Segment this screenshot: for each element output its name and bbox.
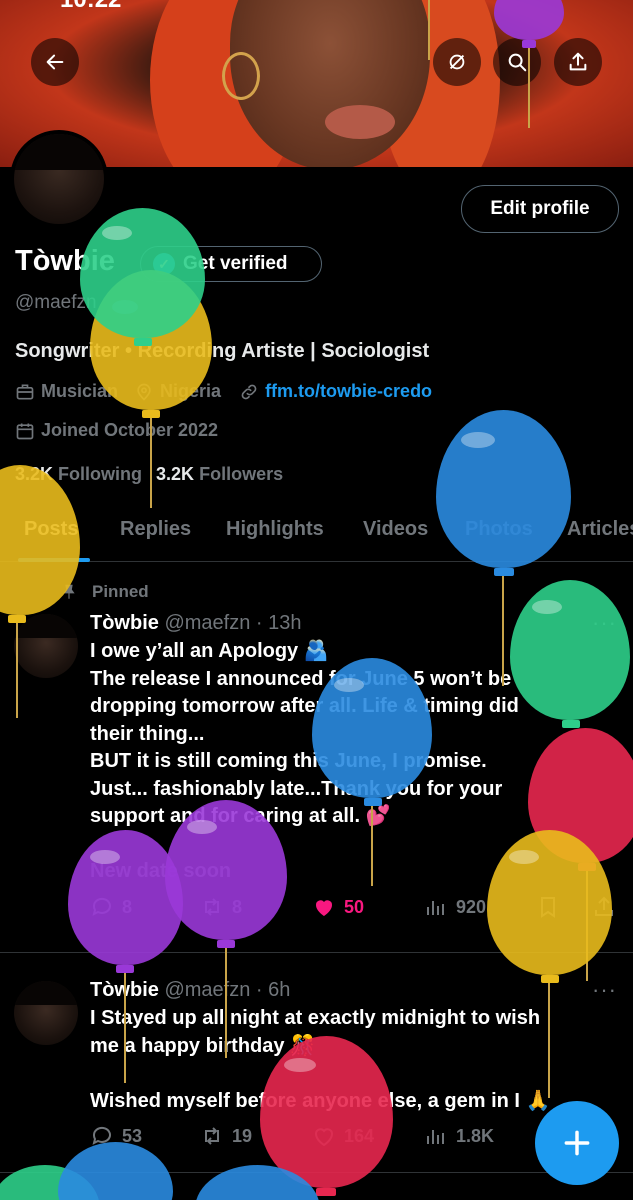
active-tab-indicator	[18, 558, 90, 562]
post-line: their thing...	[90, 722, 205, 745]
post-avatar[interactable]	[14, 614, 78, 678]
profile-avatar[interactable]	[10, 130, 108, 228]
get-verified-button[interactable]: ✓ Get verified	[140, 246, 322, 282]
reply-icon	[92, 897, 111, 916]
profile-joined-row: Joined October 2022	[15, 420, 218, 441]
compose-button[interactable]	[535, 1101, 619, 1185]
bookmark-button[interactable]	[536, 895, 560, 919]
heart-filled-icon	[315, 900, 333, 916]
profile-category: Musician	[41, 381, 119, 401]
calendar-icon	[16, 423, 34, 439]
post-line: Just... fashionably late...Thank you for…	[90, 777, 503, 800]
like-button[interactable]: 50	[312, 895, 364, 919]
profile-link[interactable]: ffm.to/towbie-credo	[265, 381, 432, 402]
reply-button[interactable]: 53	[90, 1124, 142, 1148]
get-verified-label: Get verified	[183, 253, 288, 274]
share-icon	[569, 52, 587, 71]
post-line	[90, 1060, 620, 1088]
post-line: The release I announced for June 5 won’t…	[90, 667, 512, 690]
post-more-icon[interactable]: ···	[592, 610, 617, 636]
heart-icon	[315, 1128, 333, 1147]
back-button[interactable]	[31, 38, 79, 86]
back-icon	[46, 54, 64, 70]
tab-highlights[interactable]: Highlights	[226, 518, 324, 541]
post-text: I owe y’all an Apology 🫂 The release I a…	[90, 638, 620, 831]
search-button[interactable]	[493, 38, 541, 86]
post-author-name[interactable]: Tòwbie	[90, 612, 159, 634]
verified-badge-icon: ✓	[153, 253, 175, 275]
tab-videos[interactable]: Videos	[363, 518, 428, 541]
profile-location: Nigeria	[160, 381, 222, 401]
post-line: BUT it is still coming this June, I prom…	[90, 750, 487, 772]
post-share-button[interactable]	[592, 895, 616, 919]
post-header: Tòwbie @maefzn · 6h	[90, 979, 290, 1002]
tab-posts[interactable]: Posts	[24, 518, 78, 541]
reply-icon	[92, 1126, 111, 1145]
post-actions: 8 8 50 920	[90, 895, 620, 925]
link-icon	[241, 384, 257, 399]
post-divider	[0, 1172, 633, 1173]
repost-icon	[205, 898, 219, 916]
post-line: me a happy birthday 🎊	[90, 1034, 315, 1057]
profile-meta-row: Musician Nigeria ffm.to/towbie-credo	[15, 381, 432, 402]
tab-articles[interactable]: Articles	[567, 518, 633, 541]
post-line: I owe y’all an Apology 🫂	[90, 640, 329, 662]
tab-replies[interactable]: Replies	[120, 518, 191, 541]
profile-bio: Songwriter • Recording Artiste | Sociolo…	[15, 340, 430, 362]
reply-button[interactable]: 8	[90, 895, 132, 919]
post-text: I Stayed up all night at exactly midnigh…	[90, 1005, 620, 1115]
post-handle-time: @maefzn · 6h	[164, 979, 291, 1001]
share-icon	[595, 896, 613, 916]
location-icon	[137, 383, 151, 401]
bookmark-icon	[541, 897, 555, 918]
repost-button[interactable]: 19	[200, 1124, 252, 1148]
views-button[interactable]: 920	[424, 895, 486, 919]
post-author-name[interactable]: Tòwbie	[90, 979, 159, 1001]
banner-earring	[222, 52, 260, 100]
post-more-icon[interactable]: ···	[592, 977, 617, 1003]
views-icon	[427, 1130, 444, 1144]
post-line: support and for caring at all. 💕	[90, 805, 391, 827]
post-line: dropping tomorrow after all. Life & timi…	[90, 695, 519, 717]
post-divider	[0, 952, 633, 953]
avatar-hair	[14, 134, 104, 170]
share-button[interactable]	[554, 38, 602, 86]
follow-stats: 3.2K Following 3.2K Followers	[15, 464, 283, 485]
post-avatar[interactable]	[14, 981, 78, 1045]
tab-photos[interactable]: Photos	[465, 518, 533, 541]
followers-link[interactable]: 3.2K Followers	[156, 464, 283, 485]
profile-handle: @maefzn	[15, 292, 97, 313]
post-handle-time: @maefzn · 13h	[164, 612, 302, 634]
search-icon	[508, 53, 527, 72]
status-time: 10:22	[60, 0, 121, 14]
briefcase-icon	[16, 384, 34, 399]
like-button[interactable]: 164	[312, 1124, 374, 1148]
post-header: Tòwbie @maefzn · 13h	[90, 612, 301, 635]
views-icon	[427, 901, 444, 915]
profile-tabs: Posts Replies Highlights Videos Photos A…	[0, 500, 633, 562]
repost-button[interactable]: 8	[200, 895, 242, 919]
post-line: Wished myself before anyone else, a gem …	[90, 1089, 551, 1112]
sync-icon	[449, 54, 465, 70]
following-link[interactable]: 3.2K Following	[15, 464, 142, 485]
sync-button[interactable]	[433, 38, 481, 86]
post-note: New date soon	[90, 860, 232, 882]
banner-lips	[325, 105, 395, 139]
profile-joined: Joined October 2022	[41, 420, 219, 440]
profile-name: Tòwbie	[15, 245, 115, 277]
pin-icon	[63, 584, 75, 599]
pinned-indicator: Pinned	[60, 582, 149, 602]
views-button[interactable]: 1.8K	[424, 1124, 494, 1148]
plus-icon	[564, 1130, 590, 1156]
post-line: I Stayed up all night at exactly midnigh…	[90, 1007, 541, 1029]
edit-profile-button[interactable]: Edit profile	[461, 185, 619, 233]
repost-icon	[205, 1127, 219, 1145]
